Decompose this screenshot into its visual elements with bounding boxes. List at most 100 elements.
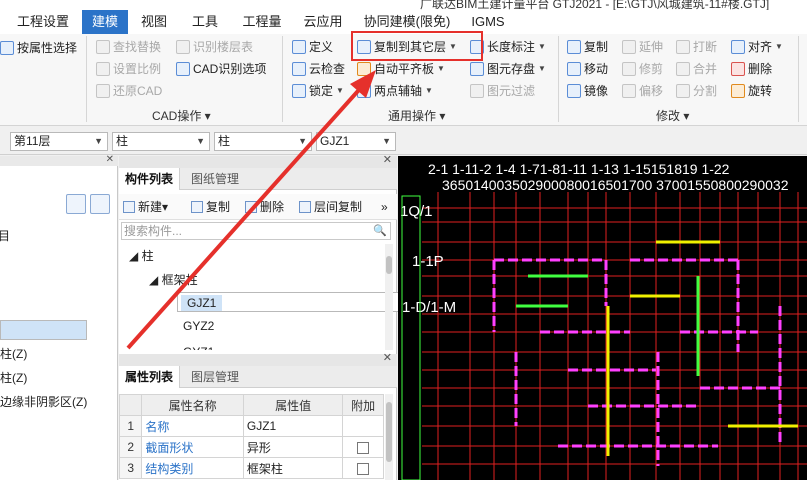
scroll-thumb[interactable] (386, 256, 392, 274)
split-button[interactable]: 分割 (676, 81, 717, 101)
floor-copy-button[interactable]: 层间复制 (299, 198, 362, 216)
set-scale-button[interactable]: 设置比例 (96, 59, 161, 79)
extend-button[interactable]: 延伸 (622, 37, 663, 57)
table-header-row: 属性名称 属性值 附加 (118, 394, 384, 416)
delete-button[interactable]: 删除 (731, 59, 772, 79)
component-scrollbar[interactable] (385, 244, 393, 350)
offset-button[interactable]: 偏移 (622, 81, 663, 101)
tab-cloud[interactable]: 云应用 (298, 10, 348, 34)
selector-bar: 第11层 ▼ 柱 ▼ 柱 ▼ GJZ1 ▼ (0, 127, 807, 155)
floor-copy-icon (299, 201, 311, 213)
grid-view-icon[interactable] (90, 194, 110, 214)
align-button[interactable]: 对齐 ▼ (731, 37, 783, 57)
new-component-button[interactable]: 新建 ▾ (123, 198, 168, 216)
header-attach: 附加 (342, 394, 384, 416)
property-scrollbar[interactable] (385, 394, 393, 480)
merge-icon (676, 62, 690, 76)
mirror-button[interactable]: 镜像 (567, 81, 608, 101)
cad-drawing: 2-1 1-11-2 1-4 1-71-81-11 1-13 1-1515181… (400, 161, 807, 480)
tree-root[interactable]: ◢ 柱 (129, 246, 397, 266)
identify-floor-table-button[interactable]: 识别楼层表 (176, 37, 253, 57)
break-button[interactable]: 打断 (676, 37, 717, 57)
align-slab-icon (357, 62, 371, 76)
nav-tree-marker: 目 (0, 229, 11, 243)
copy-button[interactable]: 复制 (567, 37, 608, 57)
floor-select[interactable]: 第11层 ▼ (10, 132, 108, 151)
restore-cad-button[interactable]: 还原CAD (96, 81, 162, 101)
component-select[interactable]: GJZ1 ▼ (316, 132, 396, 151)
nav-item-edge-zone[interactable]: 边缘非阴影区(Z) (0, 392, 87, 412)
top-axis-labels: 2-1 1-11-2 1-4 1-71-81-11 1-13 1-1515181… (428, 161, 730, 177)
cloud-check-icon (292, 62, 306, 76)
nav-item-column[interactable]: 柱(Z) (0, 344, 27, 364)
more-icon[interactable]: » (381, 198, 388, 216)
copy-icon (567, 40, 581, 54)
close-icon[interactable]: ✕ (383, 351, 392, 364)
close-icon[interactable]: ✕ (383, 153, 392, 166)
define-button[interactable]: 定义 (292, 37, 333, 57)
chevron-down-icon: ▼ (336, 86, 344, 95)
title-bar: 广联达BIM土建计量平台 GTJ2021 - [E:\GTJ\风城建筑-11#楼… (0, 0, 807, 10)
close-icon[interactable]: ✕ (106, 154, 114, 165)
two-point-aux-button[interactable]: 两点辅轴 ▼ (357, 81, 433, 101)
list-view-icon[interactable] (66, 194, 86, 214)
merge-button[interactable]: 合并 (676, 59, 717, 79)
table-row[interactable]: 2 截面形状 异形 (118, 436, 384, 458)
tab-view[interactable]: 视图 (134, 10, 174, 34)
select-by-attr-button[interactable]: 按属性选择 (0, 38, 77, 58)
element-filter-button[interactable]: 图元过滤 (470, 81, 535, 101)
lock-button[interactable]: 锁定 ▼ (292, 81, 344, 101)
chevron-down-icon: ▼ (437, 64, 445, 73)
cad-group-label[interactable]: CAD操作 ▾ (152, 108, 211, 124)
delete-component-button[interactable]: 删除 (245, 198, 284, 216)
tab-layer-manager[interactable]: 图层管理 (185, 366, 245, 388)
modify-group-label[interactable]: 修改 ▾ (656, 108, 689, 124)
chevron-down-icon: ▼ (94, 136, 103, 146)
type-select[interactable]: 柱 ▼ (214, 132, 312, 151)
copy-component-button[interactable]: 复制 (191, 198, 230, 216)
tab-component-list[interactable]: 构件列表 (119, 168, 181, 190)
nav-view-toggles (66, 194, 114, 217)
cloud-check-button[interactable]: 云检查 (292, 59, 345, 79)
find-replace-button[interactable]: 查找替换 (96, 37, 161, 57)
offset-icon (622, 84, 636, 98)
component-search-input[interactable]: 搜索构件... 🔍 (121, 222, 391, 240)
chevron-down-icon: ▼ (382, 136, 391, 146)
save-element-button[interactable]: 图元存盘 ▼ (470, 59, 546, 79)
chevron-down-icon: ▼ (196, 136, 205, 146)
property-table: 属性名称 属性值 附加 1 名称 GJZ1 2 截面形状 异形 3 结构类别 框… (118, 394, 384, 479)
category-select[interactable]: 柱 ▼ (112, 132, 210, 151)
new-icon (123, 201, 135, 213)
tab-tools[interactable]: 工具 (184, 10, 226, 34)
trim-icon (622, 62, 636, 76)
scroll-thumb[interactable] (386, 402, 392, 462)
tab-property-list[interactable]: 属性列表 (119, 366, 181, 388)
auto-align-slab-button[interactable]: 自动平齐板 ▼ (357, 59, 445, 79)
tab-modeling[interactable]: 建模 (82, 10, 128, 34)
tree-group[interactable]: ◢ 框架柱 (149, 270, 417, 290)
define-icon (292, 40, 306, 54)
chevron-down-icon: ▼ (538, 42, 546, 51)
trim-button[interactable]: 修剪 (622, 59, 663, 79)
rotate-button[interactable]: 旋转 (731, 81, 772, 101)
tab-quantity[interactable]: 工程量 (236, 10, 288, 34)
drawing-canvas[interactable]: 2-1 1-11-2 1-4 1-71-81-11 1-13 1-1515181… (398, 156, 807, 480)
property-tabs: 属性列表 图层管理 (119, 366, 397, 388)
delete-icon (245, 201, 257, 213)
nav-item-selected[interactable] (0, 320, 87, 340)
table-icon (176, 40, 190, 54)
attach-checkbox[interactable] (357, 441, 370, 454)
cad-options-button[interactable]: CAD识别选项 (176, 59, 266, 79)
table-row[interactable]: 1 名称 GJZ1 (118, 415, 384, 437)
nav-item-column[interactable]: 柱(Z) (0, 368, 27, 388)
table-row[interactable]: 3 结构类别 框架柱 (118, 457, 384, 479)
filter-icon (470, 84, 484, 98)
split-icon (676, 84, 690, 98)
general-group-label[interactable]: 通用操作 ▾ (388, 108, 445, 124)
attach-checkbox[interactable] (357, 462, 370, 475)
tab-project-settings[interactable]: 工程设置 (10, 10, 76, 34)
left-dimension-strip (401, 195, 421, 480)
move-icon (567, 62, 581, 76)
tab-drawing-manager[interactable]: 图纸管理 (185, 168, 245, 190)
move-button[interactable]: 移动 (567, 59, 608, 79)
